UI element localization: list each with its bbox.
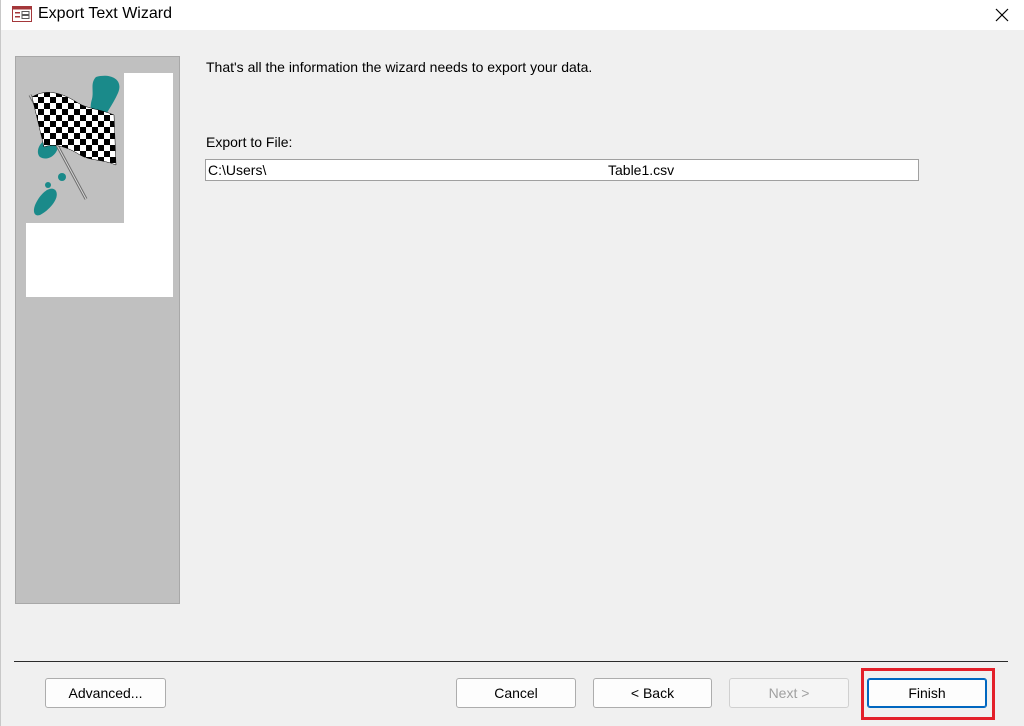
back-button[interactable]: < Back <box>593 678 712 708</box>
title-bar: Export Text Wizard <box>1 0 1024 30</box>
footer-divider <box>14 661 1008 662</box>
export-to-file-label: Export to File: <box>206 134 293 150</box>
access-form-icon <box>12 6 32 22</box>
cancel-button[interactable]: Cancel <box>456 678 576 708</box>
next-button[interactable]: Next > <box>729 678 849 708</box>
file-path-prefix: C:\Users\ <box>208 162 267 178</box>
window-title: Export Text Wizard <box>38 5 172 22</box>
wizard-side-panel <box>15 56 180 604</box>
checkered-flag-icon <box>28 75 120 216</box>
export-text-wizard-window: Export Text Wizard That's all the inform… <box>0 0 1024 726</box>
advanced-button[interactable]: Advanced... <box>45 678 166 708</box>
close-icon <box>995 8 1009 22</box>
file-path-suffix: Table1.csv <box>608 162 675 178</box>
close-button[interactable] <box>979 0 1024 30</box>
finish-button[interactable]: Finish <box>867 678 987 708</box>
intro-text: That's all the information the wizard ne… <box>206 59 593 75</box>
export-file-path-input[interactable]: C:\Users\ Table1.csv <box>205 159 919 181</box>
wizard-graphic-area <box>26 73 173 297</box>
